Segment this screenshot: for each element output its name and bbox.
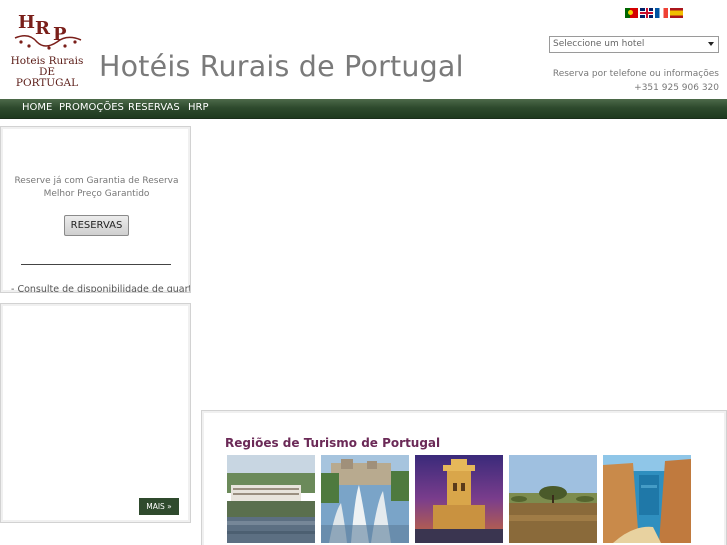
region-thumb-3[interactable] xyxy=(415,455,503,543)
reservations-box: Reserve já com Garantia de Reserva Melho… xyxy=(0,126,191,293)
regions-title: Regiões de Turismo de Portugal xyxy=(225,436,441,450)
region-thumb-1[interactable] xyxy=(227,455,315,543)
contact-phone: +351 925 906 320 xyxy=(634,82,719,93)
nav-hrp[interactable]: HRP xyxy=(188,102,209,113)
site-title: Hotéis Rurais de Portugal xyxy=(99,50,464,83)
region-thumb-5[interactable] xyxy=(603,455,691,543)
main-nav: HOME PROMOÇÕES RESERVAS HRP xyxy=(0,99,727,119)
nav-promocoes[interactable]: PROMOÇÕES xyxy=(59,102,124,113)
hrp-monogram: HRP xyxy=(9,12,85,54)
hotel-select[interactable]: Seleccione um hotel xyxy=(549,36,719,53)
portugal-flag-icon[interactable] xyxy=(625,8,638,18)
contact-info: Reserva por telefone ou informações +351… xyxy=(553,68,719,95)
regions-box: Regiões de Turismo de Portugal xyxy=(201,410,727,545)
nav-reservas[interactable]: RESERVAS xyxy=(128,102,180,113)
hotel-select-value: Seleccione um hotel xyxy=(553,39,645,49)
uk-flag-icon[interactable] xyxy=(640,8,653,18)
logo-text: Hoteis Rurais DE PORTUGAL xyxy=(7,56,87,89)
logo-line-2: DE PORTUGAL xyxy=(15,66,79,89)
reservations-text: Reserve já com Garantia de Reserva Melho… xyxy=(1,175,190,201)
spain-flag-icon[interactable] xyxy=(670,8,683,18)
reservations-line-1: Reserve já com Garantia de Reserva xyxy=(14,176,179,186)
language-selector xyxy=(625,8,683,18)
region-thumb-4[interactable] xyxy=(509,455,597,543)
news-box: MAIS » xyxy=(0,303,191,523)
region-thumb-2[interactable] xyxy=(321,455,409,543)
site-logo[interactable]: HRP Hoteis Rurais DE PORTUGAL xyxy=(7,12,87,89)
contact-label: Reserva por telefone ou informações xyxy=(552,69,719,79)
availability-text: - Consulte de disponibilidade de quartos xyxy=(11,284,191,293)
france-flag-icon[interactable] xyxy=(655,8,668,18)
more-button[interactable]: MAIS » xyxy=(139,498,179,515)
reservations-line-2: Melhor Preço Garantido xyxy=(43,189,150,199)
nav-home[interactable]: HOME xyxy=(22,102,52,113)
reservas-button[interactable]: RESERVAS xyxy=(64,215,129,236)
divider xyxy=(21,264,171,265)
dropdown-arrow-icon xyxy=(708,42,714,46)
